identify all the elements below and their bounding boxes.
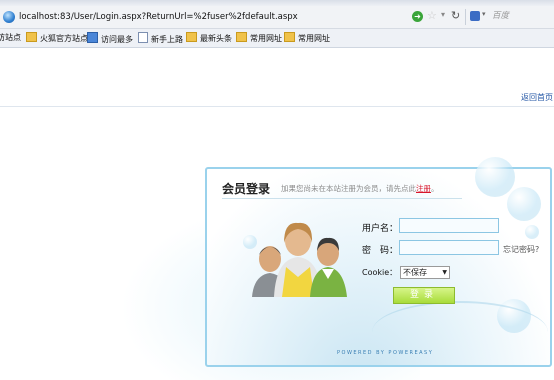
decor-bubble	[507, 187, 541, 221]
search-input[interactable]: 百度	[490, 9, 554, 24]
reload-icon[interactable]: ↻	[451, 9, 460, 22]
decor-bubble	[475, 157, 515, 197]
header-divider	[0, 106, 554, 107]
rss-folder-icon	[186, 32, 197, 42]
history-dropdown-icon[interactable]: ▾	[441, 10, 445, 19]
folder-icon	[26, 32, 37, 42]
bookmark-page-icon	[87, 32, 98, 43]
bookmark-item[interactable]: 常用网址	[284, 32, 330, 44]
site-favicon-icon	[3, 11, 15, 23]
login-subtitle: 加果您尚未在本站注册为会员，请先点此注册。	[281, 184, 439, 193]
cookie-label: Cookie：	[362, 268, 398, 277]
chevron-down-icon: ▼	[442, 269, 447, 276]
bookmarks-bar: 访站点 火狐官方站点 访问最多 新手上路 最新头条 常用网址 常用网址	[0, 29, 554, 48]
login-title: 会员登录	[222, 182, 271, 196]
divider	[465, 9, 466, 25]
go-arrow-icon[interactable]: ➜	[412, 11, 423, 22]
powered-by-text: POWERED BY POWEREASY	[337, 350, 434, 356]
register-link[interactable]: 注册	[416, 184, 431, 193]
bookmark-item[interactable]: 新手上路	[138, 32, 183, 44]
bookmark-item[interactable]: 常用网址	[236, 32, 282, 44]
login-button[interactable]: 登录	[393, 287, 455, 304]
username-input[interactable]	[399, 218, 499, 233]
address-bar-row: localhost:83/User/Login.aspx?ReturnUrl=%…	[0, 6, 554, 29]
password-label: 密 码：	[362, 246, 399, 256]
folder-icon	[236, 32, 247, 42]
search-engine-icon[interactable]	[470, 11, 480, 21]
folder-icon	[284, 32, 295, 42]
login-panel: 会员登录 加果您尚未在本站注册为会员，请先点此注册。 用户名： 密 码： 忘记密…	[205, 157, 552, 367]
page-icon	[138, 32, 148, 43]
bookmark-item[interactable]: 火狐官方站点	[26, 32, 88, 44]
cookie-select-value: 不保存	[403, 268, 427, 277]
bookmark-star-icon[interactable]: ☆	[427, 9, 437, 22]
members-illustration-icon	[252, 222, 347, 297]
bookmark-item[interactable]: 访问最多	[87, 32, 133, 44]
back-home-link[interactable]: 返回首页	[521, 92, 553, 103]
cookie-select[interactable]: 不保存 ▼	[400, 266, 450, 279]
password-input[interactable]	[399, 240, 499, 255]
username-label: 用户名：	[362, 224, 399, 234]
decor-bubble	[525, 225, 539, 239]
search-engine-dropdown-icon[interactable]: ▾	[482, 10, 486, 18]
url-field[interactable]: localhost:83/User/Login.aspx?ReturnUrl=%…	[19, 10, 405, 24]
bookmark-item[interactable]: 最新头条	[186, 32, 232, 44]
forgot-password-link[interactable]: 忘记密码?	[503, 244, 539, 255]
title-divider	[222, 198, 462, 199]
bookmark-item[interactable]: 访站点	[0, 32, 21, 44]
